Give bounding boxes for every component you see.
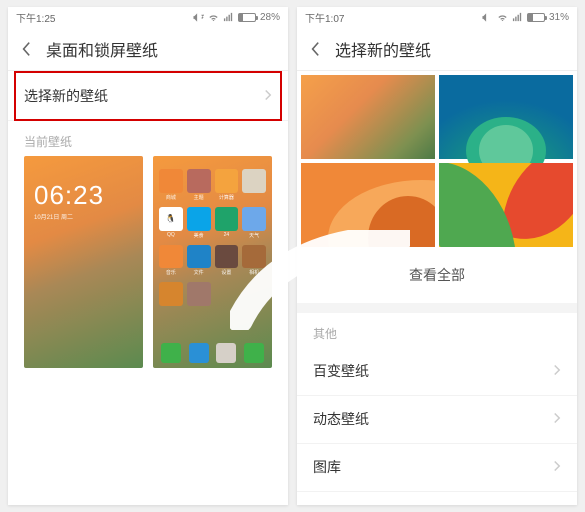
- silent-icon: [482, 12, 493, 23]
- app-icon: 相机: [242, 245, 266, 277]
- status-icons: 28%: [193, 12, 280, 23]
- dock-sms: [244, 343, 264, 364]
- wifi-icon: [208, 12, 219, 23]
- back-button[interactable]: [305, 39, 325, 59]
- app-icon: [242, 169, 266, 201]
- wallpaper-thumb[interactable]: [301, 163, 435, 247]
- header: 桌面和锁屏壁纸: [8, 27, 288, 71]
- app-icon: 文件: [187, 245, 211, 277]
- dock-security: [216, 343, 236, 364]
- list-item-label: 百变壁纸: [313, 361, 369, 381]
- battery-icon: [527, 13, 545, 22]
- wallpaper-thumb[interactable]: [439, 163, 573, 247]
- battery-percent: 31%: [549, 12, 569, 23]
- status-bar: 下午1:07 31%: [297, 7, 577, 27]
- app-icon: [159, 282, 183, 307]
- wallpaper-grid: [297, 71, 577, 251]
- app-icon: 音乐: [159, 245, 183, 277]
- chevron-right-icon: [264, 88, 272, 104]
- status-time: 下午1:25: [16, 10, 193, 25]
- wallpaper-thumb[interactable]: [439, 75, 573, 159]
- chevron-right-icon: [553, 363, 561, 379]
- page-title: 桌面和锁屏壁纸: [46, 37, 158, 61]
- current-wallpaper-label: 当前壁纸: [8, 121, 288, 156]
- signal-icon: [223, 12, 234, 23]
- other-section-label: 其他: [297, 313, 577, 348]
- status-icons: 31%: [482, 12, 569, 23]
- app-icon: 商城: [159, 169, 183, 201]
- app-icon: [187, 282, 211, 307]
- dock-contacts: [189, 343, 209, 364]
- app-icon: 美食: [187, 207, 211, 239]
- list-item[interactable]: 动态壁纸: [297, 396, 577, 444]
- select-new-wallpaper-row[interactable]: 选择新的壁纸: [8, 71, 288, 121]
- chevron-right-icon: [553, 411, 561, 427]
- screen-wallpaper-settings: 下午1:25 28% 桌面和锁屏壁纸 选择新的壁纸 当前壁纸 06:23 10月…: [8, 7, 288, 505]
- status-bar: 下午1:25 28%: [8, 7, 288, 27]
- app-icon: 计算器: [215, 169, 239, 201]
- battery-percent: 28%: [260, 12, 280, 23]
- wifi-icon: [497, 12, 508, 23]
- app-icon: 天气: [242, 207, 266, 239]
- current-wallpaper-previews: 06:23 10月21日 周二 商城主题计算器 🐧QQ美食24天气音乐文件设置相机: [8, 156, 288, 384]
- dock-phone: [161, 343, 181, 364]
- list-item[interactable]: 百变壁纸: [297, 348, 577, 396]
- screen-wallpaper-picker: 下午1:07 31% 选择新的壁纸 查看全部 其他 百变壁纸动态壁纸图库文件管理: [297, 7, 577, 505]
- status-time: 下午1:07: [305, 10, 482, 25]
- list-item-label: 动态壁纸: [313, 409, 369, 429]
- back-button[interactable]: [16, 39, 36, 59]
- list-item[interactable]: 文件管理: [297, 492, 577, 506]
- view-all-button[interactable]: 查看全部: [297, 251, 577, 313]
- app-icon: 主题: [187, 169, 211, 201]
- signal-icon: [512, 12, 523, 23]
- chevron-right-icon: [553, 459, 561, 475]
- lockscreen-preview[interactable]: 06:23 10月21日 周二: [24, 156, 143, 368]
- battery-icon: [238, 13, 256, 22]
- lock-clock-time: 06:23: [34, 180, 104, 211]
- page-title: 选择新的壁纸: [335, 37, 431, 61]
- silent-icon: [193, 12, 204, 23]
- list-item[interactable]: 图库: [297, 444, 577, 492]
- wallpaper-thumb[interactable]: [301, 75, 435, 159]
- select-new-wallpaper-label: 选择新的壁纸: [24, 86, 108, 106]
- app-icon: 24: [215, 207, 239, 239]
- lock-clock-date: 10月21日 周二: [34, 212, 73, 221]
- app-icon: 设置: [215, 245, 239, 277]
- app-icon: 🐧QQ: [159, 207, 183, 239]
- list-item-label: 图库: [313, 457, 341, 477]
- homescreen-preview[interactable]: 商城主题计算器 🐧QQ美食24天气音乐文件设置相机: [153, 156, 272, 368]
- header: 选择新的壁纸: [297, 27, 577, 71]
